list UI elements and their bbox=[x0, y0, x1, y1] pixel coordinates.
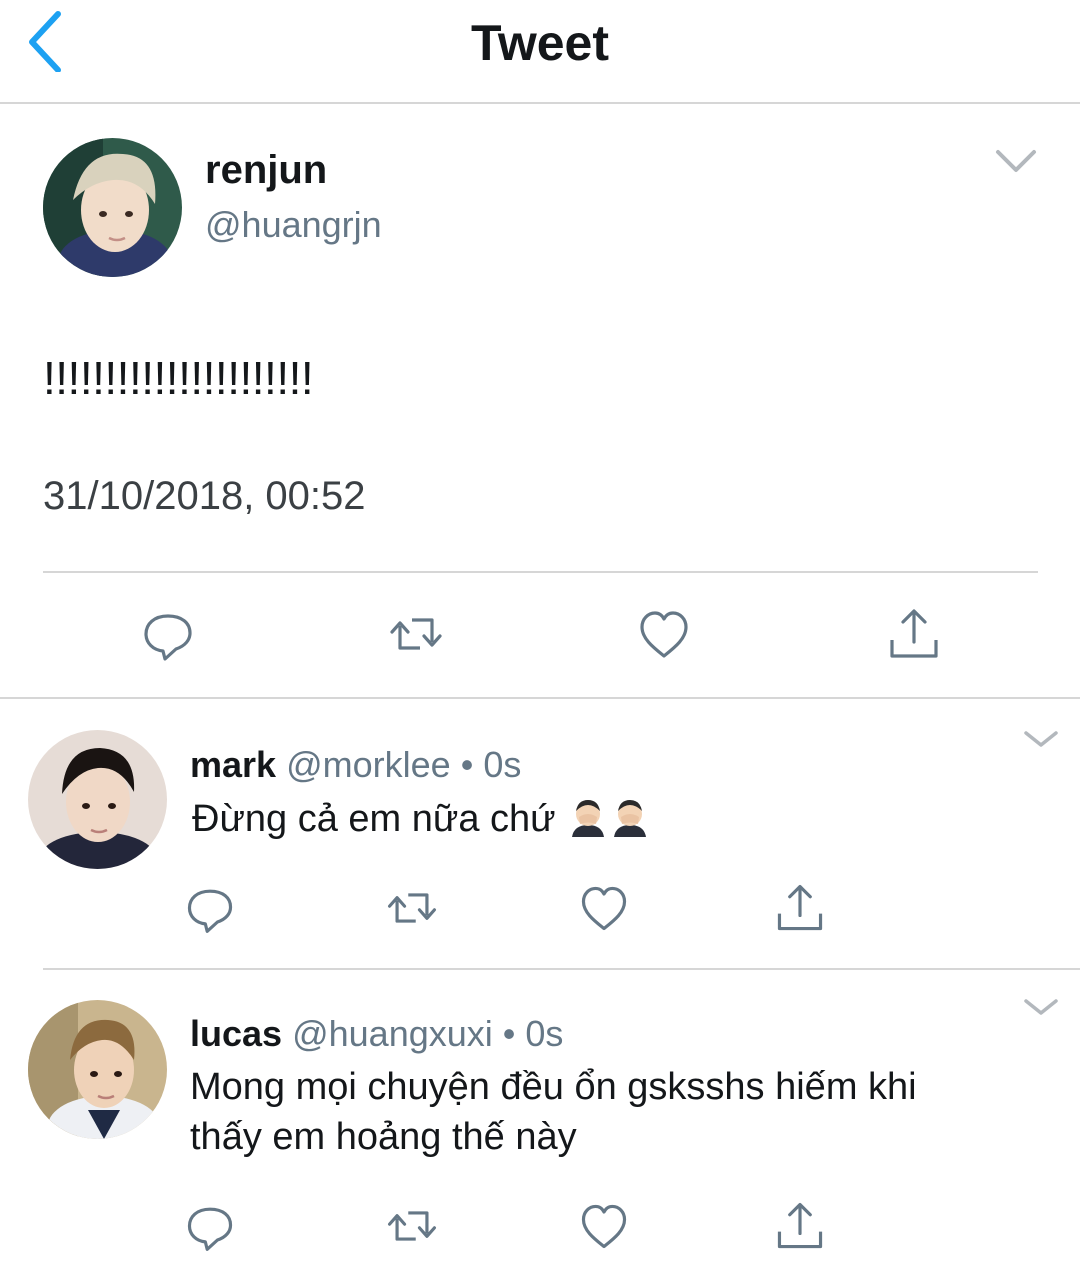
reply-icon bbox=[187, 889, 233, 933]
avatar-lucas[interactable] bbox=[28, 1000, 167, 1139]
retweet-icon bbox=[390, 618, 442, 650]
reply-author-name[interactable]: lucas bbox=[190, 1013, 282, 1054]
divider bbox=[43, 571, 1038, 573]
tweet-timestamp: 31/10/2018, 00:52 bbox=[43, 474, 366, 518]
like-button[interactable] bbox=[576, 1198, 632, 1254]
reply-author-handle[interactable]: @morklee bbox=[286, 744, 451, 785]
reply-time: 0s bbox=[525, 1013, 564, 1054]
reply-text-line: Mong mọi chuyện đều ổn gsksshs hiếm khi bbox=[190, 1066, 917, 1108]
like-button[interactable] bbox=[634, 604, 694, 664]
share-button[interactable] bbox=[772, 880, 828, 936]
like-button[interactable] bbox=[576, 880, 632, 936]
reply-icon bbox=[187, 1207, 233, 1251]
author-handle[interactable]: @huangrjn bbox=[205, 204, 382, 246]
author-name[interactable]: renjun bbox=[205, 148, 327, 193]
reply-author-name[interactable]: mark bbox=[190, 744, 276, 785]
retweet-button[interactable] bbox=[386, 604, 446, 664]
heart-icon bbox=[640, 611, 688, 658]
reply-header: lucas @huangxuxi • 0s bbox=[190, 1013, 563, 1055]
reply-options-button[interactable] bbox=[1022, 996, 1060, 1018]
share-button[interactable] bbox=[884, 604, 944, 664]
chevron-down-icon bbox=[996, 150, 1036, 172]
reply-icon bbox=[144, 614, 192, 661]
divider bbox=[43, 968, 1080, 970]
avatar-mark[interactable] bbox=[28, 730, 167, 869]
retweet-button[interactable] bbox=[384, 880, 440, 936]
share-icon bbox=[777, 884, 823, 931]
reply-text-line: thấy em hoảng thế này bbox=[190, 1116, 577, 1158]
reply-button[interactable] bbox=[182, 880, 238, 936]
face-palm-emoji bbox=[610, 797, 650, 837]
reply-author-handle[interactable]: @huangxuxi bbox=[292, 1013, 493, 1054]
share-icon bbox=[777, 1202, 823, 1249]
avatar-renjun[interactable] bbox=[43, 138, 182, 277]
reply-button[interactable] bbox=[182, 1198, 238, 1254]
share-button[interactable] bbox=[772, 1198, 828, 1254]
tweet-options-button[interactable] bbox=[994, 146, 1038, 176]
chevron-down-icon bbox=[1024, 999, 1058, 1015]
heart-icon bbox=[581, 1204, 627, 1249]
page-title: Tweet bbox=[471, 15, 609, 71]
divider bbox=[0, 697, 1080, 699]
reply-button[interactable] bbox=[138, 604, 198, 664]
retweet-button[interactable] bbox=[384, 1198, 440, 1254]
tweet-text: !!!!!!!!!!!!!!!!!!!!!! bbox=[43, 352, 314, 404]
reply-header: mark @morklee • 0s bbox=[190, 744, 521, 786]
dot-separator: • bbox=[460, 744, 474, 785]
share-icon bbox=[890, 609, 938, 658]
reply-text-content: Đừng cả em nữa chứ bbox=[192, 798, 556, 840]
chevron-down-icon bbox=[1024, 731, 1058, 747]
retweet-icon bbox=[388, 893, 436, 923]
dot-separator: • bbox=[502, 1013, 516, 1054]
reply-options-button[interactable] bbox=[1022, 728, 1060, 750]
face-palm-emoji bbox=[568, 797, 608, 837]
reply-time: 0s bbox=[483, 744, 522, 785]
reply-text: Đừng cả em nữa chứ bbox=[192, 794, 650, 844]
heart-icon bbox=[581, 886, 627, 931]
retweet-icon bbox=[388, 1211, 436, 1241]
